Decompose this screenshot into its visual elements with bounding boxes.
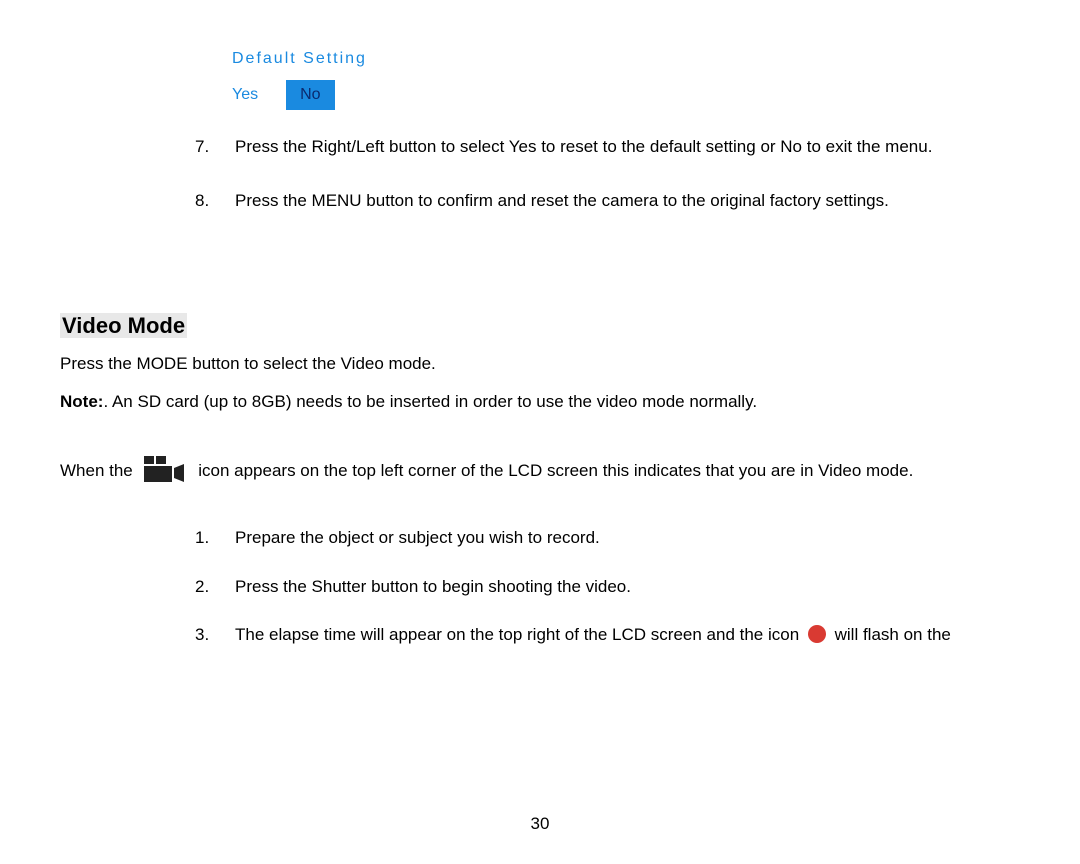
- item-text: Press the Shutter button to begin shooti…: [235, 572, 960, 603]
- intro-line: Press the MODE button to select the Vide…: [60, 347, 1020, 381]
- section-heading: Video Mode: [60, 313, 187, 338]
- step3-text-b: will flash on the: [835, 625, 951, 644]
- item-text: The elapse time will appear on the top r…: [235, 620, 960, 651]
- step-2: 2. Press the Shutter button to begin sho…: [195, 572, 960, 603]
- when-paragraph: When the icon appears on the top left co…: [60, 454, 1020, 488]
- instruction-8: 8. Press the MENU button to confirm and …: [195, 184, 960, 218]
- video-camera-icon: [144, 460, 184, 484]
- step-3: 3. The elapse time will appear on the to…: [195, 620, 960, 651]
- video-steps-list: 1. Prepare the object or subject you wis…: [195, 523, 960, 651]
- page-number: 30: [0, 814, 1080, 834]
- menu-option-no: No: [286, 80, 334, 110]
- item-number: 3.: [195, 620, 235, 651]
- note-line: Note:. An SD card (up to 8GB) needs to b…: [60, 385, 1020, 419]
- step-1: 1. Prepare the object or subject you wis…: [195, 523, 960, 554]
- item-text: Press the Right/Left button to select Ye…: [235, 130, 960, 164]
- menu-option-yes: Yes: [232, 86, 258, 104]
- instruction-list-top: 7. Press the Right/Left button to select…: [195, 130, 960, 218]
- note-text: . An SD card (up to 8GB) needs to be ins…: [103, 392, 757, 411]
- menu-title: Default Setting: [232, 50, 1020, 68]
- instruction-7: 7. Press the Right/Left button to select…: [195, 130, 960, 164]
- item-number: 7.: [195, 130, 235, 164]
- item-number: 2.: [195, 572, 235, 603]
- when-part1: When the: [60, 461, 138, 480]
- section-heading-wrapper: Video Mode: [60, 313, 1020, 339]
- item-number: 1.: [195, 523, 235, 554]
- item-text: Prepare the object or subject you wish t…: [235, 523, 960, 554]
- default-setting-menu: Default Setting Yes No: [232, 50, 1020, 110]
- when-part2: icon appears on the top left corner of t…: [198, 461, 913, 480]
- record-dot-icon: [808, 625, 826, 643]
- step3-text-a: The elapse time will appear on the top r…: [235, 625, 804, 644]
- menu-options-row: Yes No: [232, 80, 1020, 110]
- item-text: Press the MENU button to confirm and res…: [235, 184, 960, 218]
- note-label: Note:: [60, 392, 103, 411]
- main-body: Press the MODE button to select the Vide…: [60, 347, 1020, 488]
- item-number: 8.: [195, 184, 235, 218]
